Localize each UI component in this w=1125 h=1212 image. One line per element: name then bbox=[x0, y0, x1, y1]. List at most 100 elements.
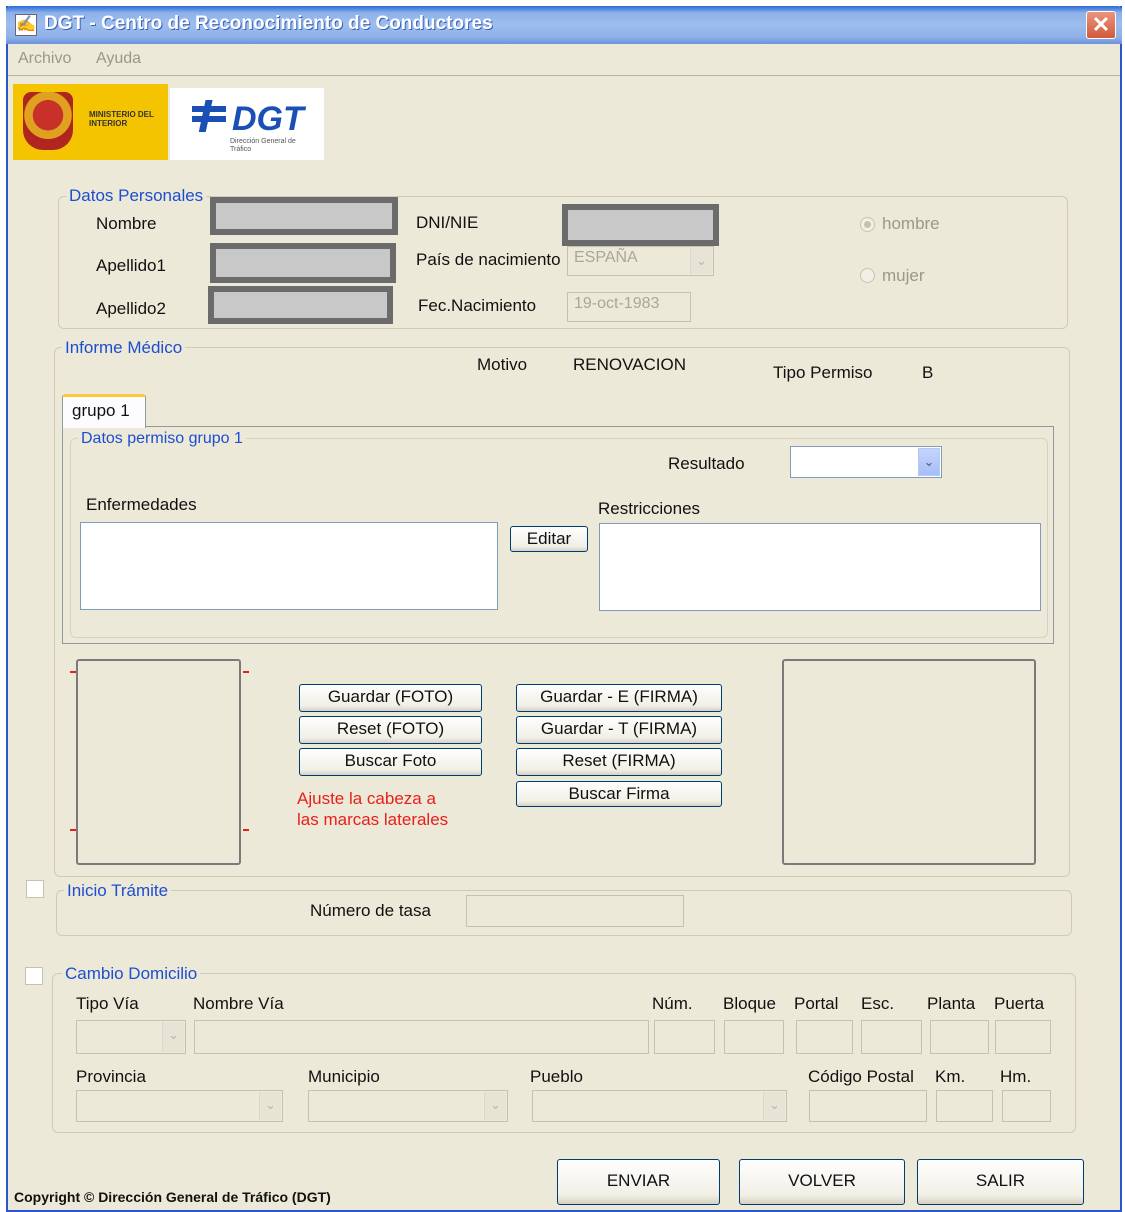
guardar-e-firma-button[interactable]: Guardar - E (FIRMA) bbox=[516, 684, 722, 712]
numero-tasa-field[interactable] bbox=[466, 895, 684, 927]
close-button[interactable]: ✕ bbox=[1086, 11, 1116, 39]
chevron-down-icon[interactable]: ⌄ bbox=[162, 1022, 184, 1052]
buscar-foto-button[interactable]: Buscar Foto bbox=[299, 748, 482, 776]
provincia-select[interactable]: ⌄ bbox=[76, 1090, 283, 1122]
inicio-tramite-checkbox[interactable] bbox=[26, 880, 44, 898]
dgt-emblem-icon bbox=[192, 100, 226, 132]
chevron-down-icon[interactable]: ⌄ bbox=[918, 448, 940, 476]
guardar-foto-button[interactable]: Guardar (FOTO) bbox=[299, 684, 482, 712]
nombre-label: Nombre bbox=[96, 214, 157, 233]
photo-hint-line2: las marcas laterales bbox=[297, 810, 449, 829]
apellido2-label: Apellido2 bbox=[96, 299, 166, 318]
editar-button[interactable]: Editar bbox=[510, 526, 588, 552]
guardar-t-firma-button[interactable]: Guardar - T (FIRMA) bbox=[516, 716, 722, 744]
apellido1-label: Apellido1 bbox=[96, 256, 166, 275]
municipio-select[interactable]: ⌄ bbox=[308, 1090, 508, 1122]
fecha-field[interactable]: 19-oct-1983 bbox=[567, 292, 691, 322]
datos-permiso-legend: Datos permiso grupo 1 bbox=[78, 430, 246, 448]
dgt-logo: DGT Dirección General de Tráfico bbox=[170, 88, 324, 160]
hm-label: Hm. bbox=[1000, 1067, 1032, 1086]
restricciones-textarea[interactable] bbox=[599, 523, 1041, 611]
puerta-field[interactable] bbox=[995, 1020, 1051, 1054]
numero-tasa-label: Número de tasa bbox=[310, 901, 431, 920]
provincia-label: Provincia bbox=[76, 1067, 146, 1086]
tipo-via-label: Tipo Vía bbox=[76, 994, 139, 1013]
pueblo-label: Pueblo bbox=[530, 1067, 583, 1086]
planta-label: Planta bbox=[927, 994, 976, 1013]
nombre-via-field[interactable] bbox=[194, 1020, 649, 1054]
planta-field[interactable] bbox=[930, 1020, 989, 1054]
chevron-down-icon[interactable]: ⌄ bbox=[484, 1092, 506, 1120]
buscar-firma-button[interactable]: Buscar Firma bbox=[516, 781, 722, 807]
codigo-postal-field[interactable] bbox=[809, 1090, 927, 1122]
reset-foto-button[interactable]: Reset (FOTO) bbox=[299, 716, 482, 744]
ministerio-logo-text: MINISTERIO DEL INTERIOR bbox=[89, 110, 154, 128]
esc-label: Esc. bbox=[861, 994, 895, 1013]
coat-of-arms-icon bbox=[23, 92, 73, 150]
enviar-button[interactable]: ENVIAR bbox=[557, 1159, 720, 1205]
informe-medico-legend: Informe Médico bbox=[62, 338, 186, 358]
num-field[interactable] bbox=[654, 1020, 715, 1054]
photo-box[interactable] bbox=[76, 659, 241, 865]
num-label: Núm. bbox=[652, 994, 693, 1013]
pais-value: ESPAÑA bbox=[574, 249, 638, 266]
fecha-value: 19-oct-1983 bbox=[574, 295, 660, 312]
menu-archivo[interactable]: Archivo bbox=[18, 50, 71, 68]
esc-field[interactable] bbox=[861, 1020, 922, 1054]
tipo-permiso-label: Tipo Permiso bbox=[773, 363, 873, 382]
hm-field[interactable] bbox=[1002, 1090, 1051, 1122]
fecha-label: Fec.Nacimiento bbox=[418, 296, 537, 315]
dgt-logo-subtext: Dirección General de Tráfico bbox=[230, 138, 296, 153]
codigo-postal-label: Código Postal bbox=[808, 1067, 914, 1086]
menu-bar: Archivo Ayuda bbox=[8, 44, 1120, 76]
datos-personales-legend: Datos Personales bbox=[66, 186, 207, 206]
enfermedades-textarea[interactable] bbox=[80, 522, 498, 610]
volver-button[interactable]: VOLVER bbox=[739, 1159, 905, 1205]
bloque-field[interactable] bbox=[724, 1020, 784, 1054]
apellido2-field[interactable] bbox=[208, 286, 393, 324]
reset-firma-button[interactable]: Reset (FIRMA) bbox=[516, 748, 722, 776]
photo-side-mark bbox=[243, 671, 249, 673]
pais-label: País de nacimiento bbox=[416, 250, 561, 269]
copyright-text: Copyright © Dirección General de Tráfico… bbox=[14, 1189, 331, 1205]
apellido1-field[interactable] bbox=[210, 243, 396, 283]
cambio-domicilio-checkbox[interactable] bbox=[25, 967, 43, 985]
hombre-radio[interactable] bbox=[860, 217, 875, 232]
window-title: DGT - Centro de Reconocimiento de Conduc… bbox=[44, 13, 493, 34]
mujer-label: mujer bbox=[882, 266, 925, 285]
dni-field[interactable] bbox=[562, 204, 719, 246]
bloque-label: Bloque bbox=[723, 994, 776, 1013]
resultado-label: Resultado bbox=[668, 454, 745, 473]
portal-field[interactable] bbox=[796, 1020, 853, 1054]
pueblo-select[interactable]: ⌄ bbox=[532, 1090, 787, 1122]
tab-grupo-1[interactable]: grupo 1 bbox=[62, 394, 146, 428]
motivo-label: Motivo bbox=[477, 355, 528, 374]
hombre-label: hombre bbox=[882, 214, 940, 233]
signature-box[interactable] bbox=[782, 659, 1036, 865]
chevron-down-icon[interactable]: ⌄ bbox=[259, 1092, 281, 1120]
title-bar[interactable]: ✍ DGT - Centro de Reconocimiento de Cond… bbox=[6, 6, 1122, 44]
enfermedades-label: Enfermedades bbox=[86, 495, 197, 514]
chevron-down-icon[interactable]: ⌄ bbox=[763, 1092, 785, 1120]
nombre-field[interactable] bbox=[210, 197, 398, 235]
resultado-select[interactable]: ⌄ bbox=[790, 446, 942, 478]
pais-select[interactable]: ESPAÑA ⌄ bbox=[567, 246, 714, 276]
photo-hint-line1: Ajuste la cabeza a bbox=[297, 789, 436, 808]
mujer-radio[interactable] bbox=[860, 268, 875, 283]
km-field[interactable] bbox=[936, 1090, 993, 1122]
cambio-domicilio-legend: Cambio Domicilio bbox=[62, 964, 201, 984]
dni-label: DNI/NIE bbox=[416, 213, 479, 232]
chevron-down-icon[interactable]: ⌄ bbox=[690, 248, 712, 274]
photo-side-mark bbox=[70, 829, 76, 831]
inicio-tramite-legend: Inicio Trámite bbox=[64, 881, 172, 901]
motivo-value: RENOVACION bbox=[573, 355, 687, 374]
km-label: Km. bbox=[935, 1067, 966, 1086]
pen-document-icon: ✍ bbox=[15, 14, 37, 36]
salir-button[interactable]: SALIR bbox=[917, 1159, 1084, 1205]
restricciones-label: Restricciones bbox=[598, 499, 701, 518]
tipo-via-select[interactable]: ⌄ bbox=[76, 1020, 186, 1054]
menu-ayuda[interactable]: Ayuda bbox=[96, 50, 141, 68]
photo-side-mark bbox=[70, 671, 76, 673]
ministerio-logo: MINISTERIO DEL INTERIOR bbox=[13, 84, 168, 160]
portal-label: Portal bbox=[794, 994, 839, 1013]
